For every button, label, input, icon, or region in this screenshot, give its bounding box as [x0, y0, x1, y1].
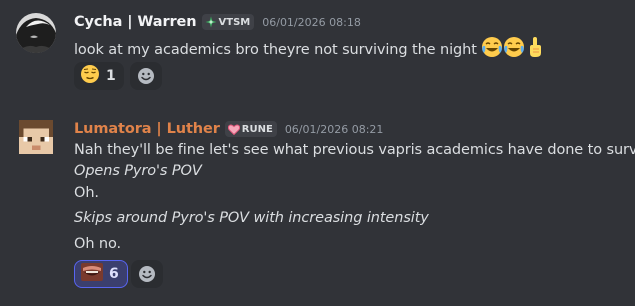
username[interactable]: Cycha | Warren	[74, 14, 197, 30]
message-line: Opens Pyro's POV	[74, 163, 202, 179]
message-line: Skips around Pyro's POV with increasing …	[74, 210, 429, 226]
reaction-button[interactable]: 1	[74, 62, 124, 90]
custom-mouth-emoji	[81, 263, 103, 285]
add-reaction-icon	[138, 68, 154, 84]
avatar[interactable]	[16, 13, 56, 53]
username[interactable]: Lumatora | Luther	[74, 121, 220, 137]
add-reaction-button[interactable]	[131, 260, 163, 288]
add-reaction-button[interactable]	[130, 62, 162, 90]
avatar[interactable]	[19, 120, 53, 154]
relieved-face-emoji	[80, 64, 100, 88]
joy-emoji[interactable]	[503, 36, 525, 62]
reaction-count: 1	[106, 68, 116, 84]
server-tag-label: RUNE	[241, 123, 273, 135]
add-reaction-icon	[139, 266, 155, 282]
reaction-count: 6	[109, 266, 119, 282]
server-tag-label: VTSM	[218, 16, 251, 28]
heart-icon	[227, 123, 240, 135]
timestamp[interactable]: 06/01/2026 08:21	[285, 123, 384, 136]
server-tag[interactable]: VTSM	[201, 14, 255, 30]
sparkle-diamond-icon	[205, 16, 217, 28]
message-line: Oh no.	[74, 236, 122, 252]
point-up-emoji[interactable]	[525, 36, 545, 62]
avatar-image	[16, 13, 56, 53]
joy-emoji[interactable]	[481, 36, 503, 62]
timestamp[interactable]: 06/01/2026 08:18	[262, 16, 361, 29]
message-line: Nah they'll be fine let's see what previ…	[74, 142, 635, 158]
avatar-image	[19, 120, 53, 154]
message-header: Cycha | Warren VTSM 06/01/2026 08:18	[74, 14, 361, 30]
message-header: Lumatora | Luther RUNE 06/01/2026 08:21	[74, 121, 383, 137]
reaction-button[interactable]: 6	[74, 260, 128, 288]
message-text: look at my academics bro theyre not surv…	[74, 42, 477, 58]
server-tag[interactable]: RUNE	[224, 121, 277, 137]
message-content: look at my academics bro theyre not surv…	[74, 36, 545, 62]
message-line: Oh.	[74, 185, 99, 201]
